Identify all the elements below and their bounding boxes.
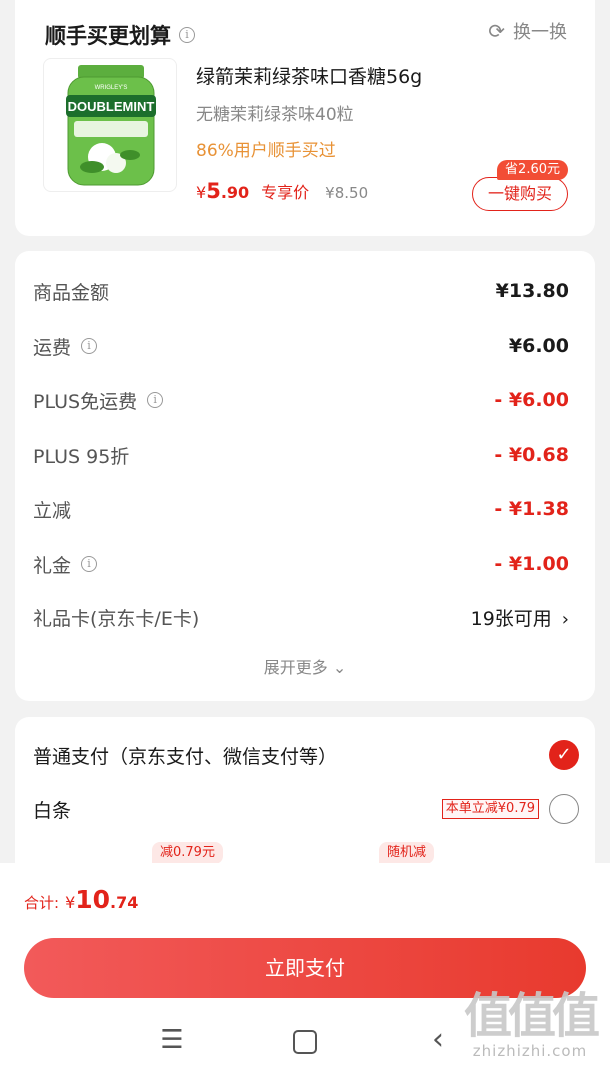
total-symbol: ¥ bbox=[65, 893, 76, 912]
product-price: ¥ 5 .90 专享价 ¥8.50 bbox=[196, 179, 368, 203]
installment-chip-tag: 减0.79元 bbox=[152, 842, 223, 864]
price-symbol: ¥ bbox=[196, 183, 207, 202]
info-icon[interactable]: i bbox=[179, 27, 195, 43]
product-image[interactable]: WRIGLEY'S DOUBLEMINT bbox=[43, 58, 177, 192]
baitiao-promo-tag: 本单立减¥0.79 bbox=[441, 799, 539, 819]
summary-row-value: - ¥1.00 bbox=[494, 553, 569, 575]
payment-option-label: 白条 bbox=[33, 799, 72, 822]
expand-more-button[interactable]: 展开更多 ⌄ bbox=[15, 654, 595, 678]
chevron-right-icon: › bbox=[561, 608, 569, 630]
original-price: ¥8.50 bbox=[325, 184, 369, 202]
summary-row-plus-discount: PLUS 95折 - ¥0.68 bbox=[33, 440, 569, 470]
nav-home-icon[interactable] bbox=[285, 1023, 325, 1057]
summary-row-label: 礼金 i bbox=[33, 551, 98, 578]
summary-row-label: 运费 i bbox=[33, 333, 98, 360]
summary-row-plus-free-shipping: PLUS免运费 i - ¥6.00 bbox=[33, 385, 569, 415]
payment-option-baitiao[interactable]: 白条 本单立减¥0.79 bbox=[33, 794, 579, 824]
total-integer: 10 bbox=[75, 885, 111, 914]
watermark-logo: 值值值 bbox=[463, 988, 600, 1044]
summary-row-label-text: PLUS免运费 bbox=[33, 390, 138, 413]
bottle-maker-text: WRIGLEY'S bbox=[95, 85, 128, 91]
summary-row-goods-amount: 商品金额 ¥13.80 bbox=[33, 276, 569, 306]
summary-row-value: - ¥6.00 bbox=[494, 389, 569, 411]
summary-row-label: PLUS免运费 i bbox=[33, 387, 164, 414]
price-integer: 5 bbox=[206, 179, 221, 203]
gift-card-value: 19张可用 › bbox=[471, 604, 569, 631]
summary-row-cash-gift: 礼金 i - ¥1.00 bbox=[33, 549, 569, 579]
refresh-label: 换一换 bbox=[513, 22, 567, 43]
payment-option-right: 本单立减¥0.79 bbox=[441, 794, 579, 824]
summary-row-label: 商品金额 bbox=[33, 281, 110, 304]
payment-option-normal[interactable]: 普通支付（京东支付、微信支付等） ✓ bbox=[33, 740, 579, 770]
expand-more-label: 展开更多 bbox=[263, 658, 328, 677]
total-decimal: .74 bbox=[110, 893, 139, 912]
nav-back-icon[interactable]: ‹ bbox=[418, 1023, 458, 1057]
product-bought-rate: 86%用户顺手买过 bbox=[196, 141, 336, 161]
nav-recent-apps-icon[interactable]: ☰ bbox=[152, 1023, 192, 1057]
summary-row-value: - ¥1.38 bbox=[494, 498, 569, 520]
checkmark-icon[interactable]: ✓ bbox=[549, 740, 579, 770]
order-total: 合计: ¥ 10 .74 bbox=[24, 885, 138, 914]
payment-option-label: 普通支付（京东支付、微信支付等） bbox=[33, 745, 338, 768]
chevron-down-icon: ⌄ bbox=[332, 658, 347, 677]
summary-row-value: ¥13.80 bbox=[495, 280, 569, 302]
refresh-button[interactable]: ⟳ 换一换 bbox=[488, 18, 567, 44]
addon-title-text: 顺手买更划算 bbox=[45, 24, 171, 48]
summary-row-label-text: 运费 bbox=[33, 336, 72, 359]
info-icon[interactable]: i bbox=[81, 338, 98, 354]
summary-row-label-text: 礼金 bbox=[33, 554, 72, 577]
summary-row-shipping: 运费 i ¥6.00 bbox=[33, 331, 569, 361]
total-label: 合计: bbox=[24, 894, 60, 912]
bottle-brand-text: DOUBLEMINT bbox=[68, 99, 155, 114]
product-name[interactable]: 绿箭茉莉绿茶味口香糖56g bbox=[196, 62, 422, 89]
summary-row-value: ¥6.00 bbox=[508, 335, 569, 357]
summary-row-value: - ¥0.68 bbox=[494, 444, 569, 466]
site-watermark: 值值值 zhizhizhi.com bbox=[460, 990, 600, 1070]
save-amount-badge: 省2.60元 bbox=[497, 160, 568, 180]
price-decimal: .90 bbox=[220, 183, 250, 202]
gift-card-row[interactable]: 礼品卡(京东卡/E卡) 19张可用 › bbox=[33, 602, 569, 632]
radio-unchecked-icon[interactable] bbox=[549, 794, 579, 824]
summary-row-label: PLUS 95折 bbox=[33, 445, 130, 468]
installment-chip-tag: 随机减 bbox=[379, 842, 435, 864]
addon-recommendation-card: 顺手买更划算 i ⟳ 换一换 WRIGLEY'S DOUBLEMINT 绿箭茉莉绿… bbox=[15, 0, 595, 236]
summary-row-instant-discount: 立减 - ¥1.38 bbox=[33, 494, 569, 524]
gift-card-count: 19张可用 bbox=[470, 607, 552, 630]
addon-section-title: 顺手买更划算 i bbox=[45, 20, 195, 50]
product-subtitle: 无糖茉莉绿茶味40粒 bbox=[196, 105, 354, 125]
gift-card-label: 礼品卡(京东卡/E卡) bbox=[33, 607, 200, 630]
info-icon[interactable]: i bbox=[81, 556, 98, 572]
gum-bottle-illustration: WRIGLEY'S DOUBLEMINT bbox=[66, 65, 156, 186]
info-icon[interactable]: i bbox=[147, 392, 164, 408]
exclusive-price-tag: 专享价 bbox=[261, 183, 310, 202]
summary-row-label: 立减 bbox=[33, 499, 72, 522]
price-summary-card: 商品金额 ¥13.80 运费 i ¥6.00 PLUS免运费 i - ¥6.00 P… bbox=[15, 251, 595, 701]
one-click-buy-button[interactable]: 一键购买 bbox=[472, 177, 568, 211]
refresh-icon: ⟳ bbox=[488, 19, 505, 43]
watermark-domain: zhizhizhi.com bbox=[472, 1042, 588, 1060]
